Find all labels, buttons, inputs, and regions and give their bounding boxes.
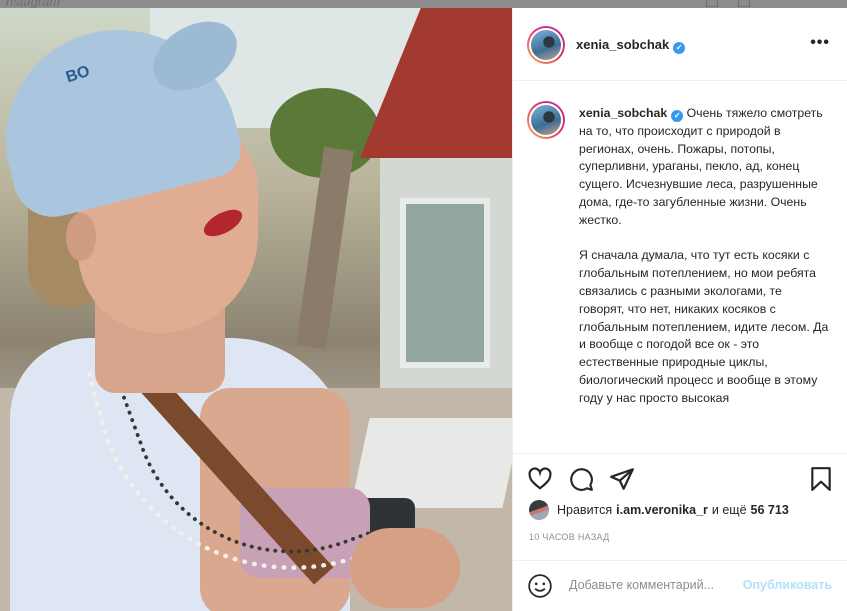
likes-summary: Нравится i.am.veronika_r и ещё 56 713 bbox=[529, 499, 793, 521]
caption-text: xenia_sobchak ✓ Очень тяжело смотреть на … bbox=[579, 105, 829, 425]
caption-paragraph: Я сначала думала, что тут есть косяки с … bbox=[579, 248, 829, 405]
publish-button[interactable]: Опубликовать bbox=[743, 578, 832, 592]
share-icon[interactable] bbox=[609, 466, 635, 492]
post-header: xenia_sobchak ✓ ••• bbox=[513, 8, 847, 81]
caption-paragraph: Очень тяжело смотреть на то, что происхо… bbox=[579, 106, 823, 227]
caption-username[interactable]: xenia_sobchak ✓ bbox=[579, 106, 684, 122]
comment-box: Опубликовать bbox=[513, 560, 847, 611]
heart-icon[interactable] bbox=[527, 466, 553, 492]
likes-count[interactable]: 56 713 bbox=[751, 503, 789, 517]
direct-nav-icon[interactable] bbox=[738, 0, 750, 7]
emoji-icon[interactable] bbox=[527, 573, 553, 599]
post-side-panel: xenia_sobchak ✓ ••• xenia_sobchak ✓ Очень … bbox=[512, 8, 847, 611]
background-header: nstagram bbox=[0, 0, 847, 9]
author-avatar[interactable] bbox=[527, 26, 565, 64]
photo-window bbox=[400, 198, 490, 368]
post-photo[interactable]: BO bbox=[0, 8, 512, 611]
more-icon[interactable]: ••• bbox=[810, 34, 830, 52]
photo-counter bbox=[350, 418, 512, 508]
photo-hand bbox=[350, 528, 460, 608]
verified-icon: ✓ bbox=[671, 110, 684, 122]
home-nav-icon[interactable] bbox=[706, 0, 718, 7]
likes-middle: и ещё bbox=[711, 503, 747, 517]
caption-area: xenia_sobchak ✓ Очень тяжело смотреть на … bbox=[513, 81, 847, 453]
verified-icon: ✓ bbox=[673, 42, 686, 54]
liker-avatar[interactable] bbox=[529, 500, 549, 520]
photo-ear bbox=[66, 213, 96, 261]
caption-avatar[interactable] bbox=[527, 101, 565, 139]
comment-input[interactable] bbox=[569, 578, 739, 592]
post-timestamp[interactable]: 10 ЧАСОВ НАЗАД bbox=[529, 532, 610, 542]
action-bar bbox=[513, 453, 847, 498]
liker-username[interactable]: i.am.veronika_r bbox=[616, 503, 708, 517]
author-username[interactable]: xenia_sobchak ✓ bbox=[576, 37, 686, 54]
bookmark-icon[interactable] bbox=[808, 466, 834, 492]
likes-prefix: Нравится bbox=[557, 503, 613, 517]
comment-icon[interactable] bbox=[568, 466, 594, 492]
instagram-post-modal: nstagram BO xenia_sobchak ✓ ••• xenia_so… bbox=[0, 0, 847, 611]
